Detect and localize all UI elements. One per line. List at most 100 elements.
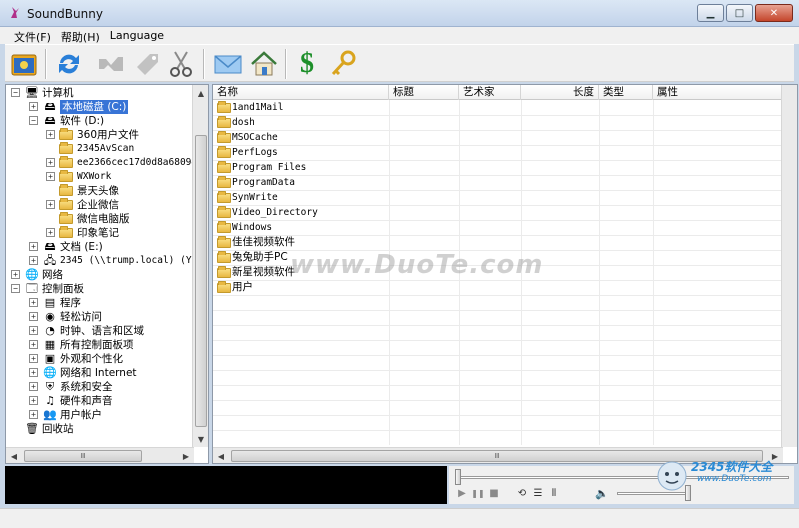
convert-button[interactable]: [95, 49, 127, 79]
row-gridline: [213, 430, 783, 431]
tree-node-cp-item[interactable]: + ♫ 硬件和声音: [6, 394, 196, 408]
scroll-up-icon[interactable]: ▲: [193, 85, 208, 101]
folder-icon: [217, 176, 231, 188]
drive-icon: 🖴: [44, 114, 56, 127]
tree-node-network-drive[interactable]: + 🖧 2345 (\\trump.local) (Y:): [6, 254, 203, 268]
register-key-button[interactable]: [327, 49, 359, 79]
tree-node-cp-item[interactable]: + 👥 用户帐户: [6, 408, 196, 422]
expand-icon[interactable]: +: [46, 200, 55, 209]
tree-node-cp-item[interactable]: + ▦ 所有控制面板项: [6, 338, 196, 352]
pause-icon[interactable]: ❚❚: [471, 486, 485, 500]
tree-node-software-drive[interactable]: − 🖴 软件 (D:): [6, 114, 196, 128]
column-attributes[interactable]: 属性: [653, 85, 783, 100]
scroll-left-icon[interactable]: ◀: [213, 448, 229, 463]
folder-icon: [217, 251, 231, 263]
file-name: ProgramData: [232, 177, 295, 188]
menu-help[interactable]: 帮助(H): [57, 27, 106, 44]
computer-icon: 🖥: [25, 86, 39, 99]
expand-icon[interactable]: +: [29, 410, 38, 419]
tag-button[interactable]: [131, 49, 163, 79]
tree-node-folder[interactable]: 2345AvScan: [6, 142, 196, 156]
tree-node-cp-item[interactable]: + ◔ 时钟、语言和区域: [6, 324, 196, 338]
scroll-down-icon[interactable]: ▼: [193, 431, 208, 447]
collapse-icon[interactable]: −: [11, 88, 20, 97]
tree-node-folder[interactable]: + 企业微信: [6, 198, 196, 212]
seek-slider-thumb[interactable]: [455, 469, 461, 485]
tree-node-cp-item[interactable]: + 🌐 网络和 Internet: [6, 366, 196, 380]
expand-icon[interactable]: +: [46, 130, 55, 139]
mail-button[interactable]: [212, 49, 244, 79]
column-type[interactable]: 类型: [599, 85, 653, 100]
collapse-icon[interactable]: −: [11, 284, 20, 293]
scroll-left-icon[interactable]: ◀: [6, 448, 22, 463]
column-artist[interactable]: 艺术家: [459, 85, 521, 100]
expand-icon[interactable]: +: [29, 312, 38, 321]
stop-icon[interactable]: ■: [487, 486, 501, 500]
column-name[interactable]: 名称: [213, 85, 389, 100]
folder-icon: [217, 191, 231, 203]
key-icon: [331, 50, 356, 76]
cut-button[interactable]: [165, 49, 197, 79]
dollar-icon: $: [300, 48, 314, 79]
collapse-icon[interactable]: −: [29, 116, 38, 125]
expand-icon[interactable]: +: [29, 368, 38, 377]
tree-node-folder[interactable]: + ee2366cec17d0d8a680945: [6, 156, 203, 170]
expand-icon[interactable]: +: [46, 158, 55, 167]
tree-node-folder[interactable]: 微信电脑版: [6, 212, 196, 226]
expand-icon[interactable]: +: [29, 354, 38, 363]
tree-label: 360用户文件: [77, 129, 140, 141]
folder-tree[interactable]: − 🖥 计算机 + 🖴 本地磁盘 (C:) − 🖴 软件 (D:) + 360用…: [5, 84, 209, 464]
menu-language[interactable]: Language: [106, 27, 170, 44]
expand-icon[interactable]: +: [46, 172, 55, 181]
expand-icon[interactable]: +: [29, 102, 38, 111]
expand-icon[interactable]: +: [29, 326, 38, 335]
expand-icon[interactable]: +: [11, 270, 20, 279]
tree-vertical-scroll-thumb[interactable]: [195, 135, 207, 427]
tree-node-cp-item[interactable]: + ▣ 外观和个性化: [6, 352, 196, 366]
menu-file[interactable]: 文件(F): [10, 27, 57, 44]
expand-icon[interactable]: +: [29, 382, 38, 391]
expand-icon[interactable]: +: [29, 256, 38, 265]
tree-node-network[interactable]: + 🌐 网络: [6, 268, 196, 282]
expand-icon[interactable]: +: [29, 396, 38, 405]
loop-icon[interactable]: ⟲: [515, 486, 529, 500]
tree-node-cp-item[interactable]: + ▤ 程序: [6, 296, 196, 310]
refresh-button[interactable]: [53, 49, 85, 79]
tree-node-computer[interactable]: − 🖥 计算机: [6, 86, 196, 100]
tree-node-folder[interactable]: 景天头像: [6, 184, 196, 198]
tree-node-recycle-bin[interactable]: 🗑 回收站: [6, 422, 196, 436]
column-title[interactable]: 标题: [389, 85, 459, 100]
tree-node-local-disk[interactable]: + 🖴 本地磁盘 (C:): [6, 100, 196, 114]
drive-icon: 🖴: [44, 100, 56, 113]
tree-node-folder[interactable]: + 360用户文件: [6, 128, 196, 142]
tree-node-cp-item[interactable]: + ⛨ 系统和安全: [6, 380, 196, 394]
expand-icon[interactable]: +: [29, 242, 38, 251]
expand-icon[interactable]: +: [29, 298, 38, 307]
file-name: Windows: [232, 222, 273, 233]
tree-horizontal-scroll-thumb[interactable]: Ⅲ: [24, 450, 142, 462]
home-button[interactable]: [248, 49, 280, 79]
tree-node-cp-item[interactable]: + ◉ 轻松访问: [6, 310, 196, 324]
tree-node-control-panel[interactable]: − 🗔 控制面板: [6, 282, 196, 296]
maximize-button[interactable]: □: [726, 4, 753, 22]
control-panel-icon: 🗔: [26, 282, 38, 295]
volume-icon[interactable]: 🔈: [595, 486, 609, 500]
minimize-button[interactable]: ▁: [697, 4, 724, 22]
open-folder-button[interactable]: [8, 49, 40, 79]
buy-button[interactable]: $: [291, 48, 323, 79]
shuffle-icon[interactable]: ⫴: [547, 486, 561, 500]
tree-node-folder[interactable]: + 印象笔记: [6, 226, 196, 240]
tree-vertical-scrollbar[interactable]: ▲ ▼: [192, 85, 208, 447]
close-button[interactable]: ✕: [755, 4, 793, 22]
tree-node-docs-drive[interactable]: + 🖴 文档 (E:): [6, 240, 196, 254]
tree-node-folder[interactable]: + WXWork: [6, 170, 196, 184]
playlist-icon[interactable]: ☰: [531, 486, 545, 500]
expand-icon[interactable]: +: [29, 340, 38, 349]
expand-icon[interactable]: +: [46, 228, 55, 237]
scroll-right-icon[interactable]: ▶: [178, 448, 194, 463]
column-length[interactable]: 长度: [521, 85, 599, 100]
play-icon[interactable]: ▶: [455, 486, 469, 500]
tree-horizontal-scrollbar[interactable]: ◀ Ⅲ ▶: [6, 447, 194, 463]
file-list-vertical-scrollbar[interactable]: [781, 85, 797, 447]
refresh-icon: [59, 54, 79, 74]
